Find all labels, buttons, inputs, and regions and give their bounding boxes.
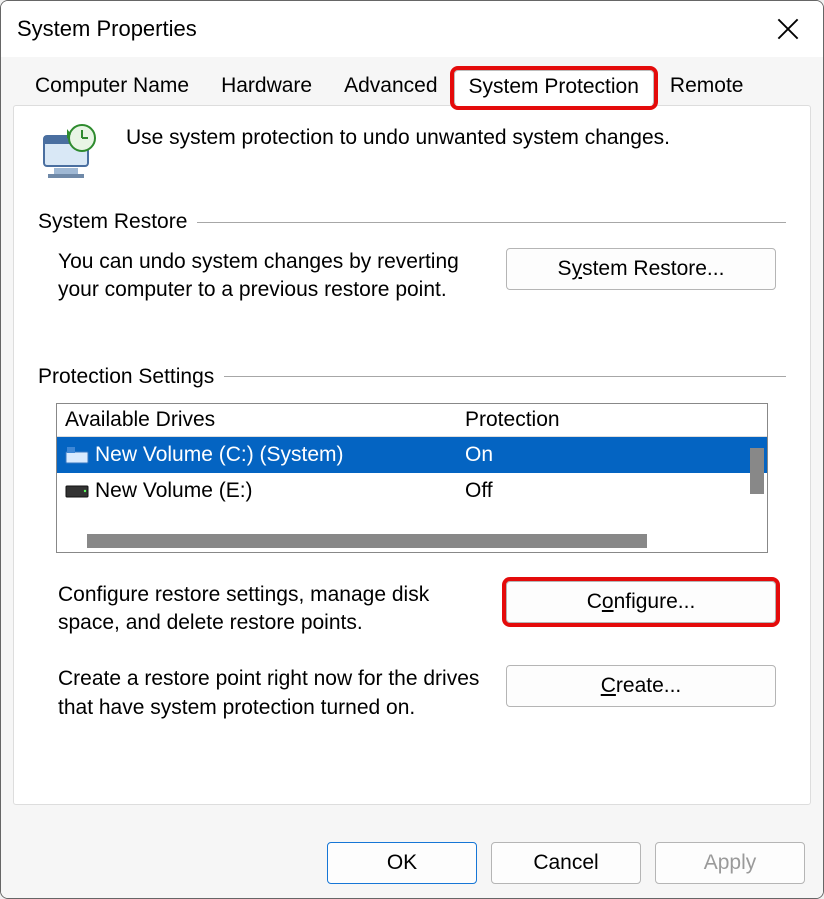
ok-button[interactable]: OK (327, 842, 477, 884)
configure-button[interactable]: Configure... (506, 581, 776, 623)
vertical-scrollbar-thumb[interactable] (750, 448, 764, 494)
tab-system-protection[interactable]: System Protection (454, 70, 654, 106)
drive-row[interactable]: New Volume (E:) Off (57, 473, 767, 509)
col-header-protection: Protection (465, 408, 759, 432)
group-system-restore-label: System Restore (38, 210, 786, 234)
system-protection-icon (38, 124, 108, 180)
intro-row: Use system protection to undo unwanted s… (38, 124, 786, 180)
tab-remote[interactable]: Remote (654, 68, 760, 106)
system-drive-icon (65, 446, 89, 464)
tab-hardware[interactable]: Hardware (205, 68, 328, 106)
col-header-drives: Available Drives (65, 408, 465, 432)
tab-advanced[interactable]: Advanced (328, 68, 453, 106)
create-description: Create a restore point right now for the… (58, 665, 486, 722)
system-properties-window: System Properties Computer Name Hardware… (0, 0, 824, 899)
close-icon (777, 18, 799, 40)
close-button[interactable] (769, 10, 807, 48)
divider (197, 222, 786, 223)
configure-description: Configure restore settings, manage disk … (58, 581, 486, 638)
intro-text: Use system protection to undo unwanted s… (126, 124, 670, 150)
drive-row[interactable]: New Volume (C:) (System) On (57, 437, 767, 473)
tab-panel-system-protection: Use system protection to undo unwanted s… (13, 105, 811, 805)
titlebar: System Properties (1, 1, 823, 57)
system-restore-description: You can undo system changes by reverting… (58, 248, 486, 305)
tab-computer-name[interactable]: Computer Name (19, 68, 205, 106)
drive-icon (65, 482, 89, 500)
horizontal-scrollbar-thumb[interactable] (87, 534, 647, 548)
drives-listbox[interactable]: Available Drives Protection New Volume (… (56, 403, 768, 553)
divider (224, 376, 786, 377)
window-title: System Properties (17, 16, 197, 42)
create-button[interactable]: Create... (506, 665, 776, 707)
apply-button[interactable]: Apply (655, 842, 805, 884)
dialog-body: Computer Name Hardware Advanced System P… (1, 57, 823, 828)
tab-strip: Computer Name Hardware Advanced System P… (19, 67, 811, 105)
system-restore-button[interactable]: System Restore... (506, 248, 776, 290)
group-protection-settings-label: Protection Settings (38, 365, 786, 389)
dialog-footer: OK Cancel Apply (1, 828, 823, 898)
cancel-button[interactable]: Cancel (491, 842, 641, 884)
drives-header: Available Drives Protection (57, 404, 767, 437)
